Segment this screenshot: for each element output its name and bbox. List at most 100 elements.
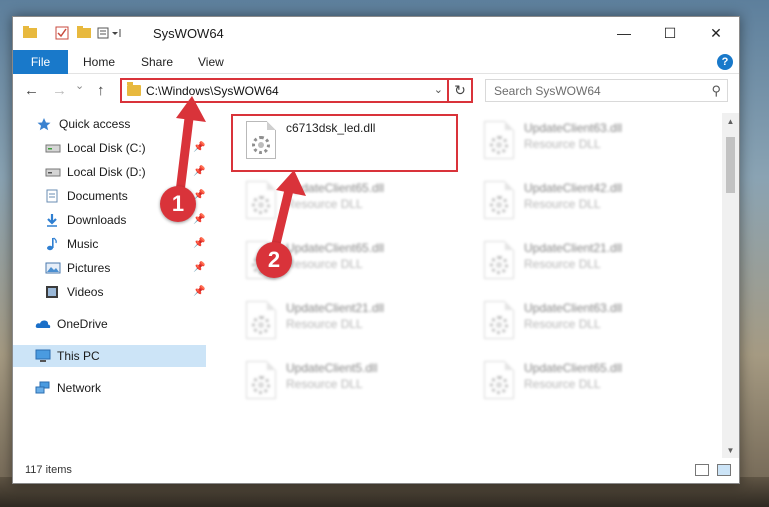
file-type: Resource DLL (286, 317, 363, 331)
sidebar-item-label: OneDrive (57, 317, 108, 331)
window-title: SysWOW64 (153, 26, 224, 41)
file-type: Resource DLL (524, 257, 601, 271)
videos-icon (45, 285, 61, 299)
sidebar-item-label: Local Disk (D:) (67, 165, 146, 179)
folder-icon (23, 26, 37, 38)
download-icon (45, 213, 61, 227)
minimize-button[interactable]: — (601, 17, 647, 49)
sidebar-item-pictures[interactable]: Pictures (45, 257, 110, 279)
dll-file-icon (246, 301, 276, 339)
sidebar-item-label: This PC (57, 349, 100, 363)
file-name: UpdateClient63.dll (524, 301, 623, 315)
file-name: UpdateClient21.dll (286, 301, 385, 315)
file-name: UpdateClient21.dll (524, 241, 623, 255)
pin-icon[interactable]: 📌 (193, 286, 205, 297)
file-name: UpdateClient42.dll (524, 181, 623, 195)
tab-home[interactable]: Home (83, 55, 115, 69)
file-item[interactable]: UpdateClient21.dll Resource DLL (240, 297, 460, 349)
scroll-up-icon[interactable]: ▲ (722, 113, 739, 129)
file-item[interactable]: UpdateClient63.dll Resource DLL (478, 297, 698, 349)
tab-view[interactable]: View (198, 55, 224, 69)
file-name: UpdateClient63.dll (524, 121, 623, 135)
properties-icon[interactable] (55, 26, 69, 40)
new-folder-icon[interactable] (77, 26, 91, 38)
search-placeholder: Search SysWOW64 (494, 84, 601, 98)
large-icons-view-icon[interactable] (717, 464, 731, 476)
status-bar: 117 items (13, 459, 739, 483)
back-button[interactable]: ← (24, 82, 39, 99)
documents-icon (45, 189, 61, 203)
dll-file-icon (484, 181, 514, 219)
address-dropdown-button[interactable]: ⌄ (434, 83, 443, 96)
star-icon (37, 117, 53, 131)
file-item[interactable]: UpdateClient21.dll Resource DLL (478, 237, 698, 289)
dll-file-icon (484, 301, 514, 339)
sidebar-item-documents[interactable]: Documents (45, 185, 128, 207)
computer-icon (35, 349, 51, 363)
ribbon-tabs: File Home Share View ? (13, 50, 739, 74)
music-icon (45, 237, 61, 251)
item-count: 117 items (25, 464, 72, 476)
pictures-icon (45, 261, 61, 275)
sidebar-item-downloads[interactable]: Downloads (45, 209, 126, 231)
dll-file-icon (246, 361, 276, 399)
file-type: Resource DLL (524, 317, 601, 331)
sidebar-item-local-disk-d[interactable]: Local Disk (D:) (45, 161, 146, 183)
sidebar-item-network[interactable]: Network (35, 377, 101, 399)
sidebar-item-label: Music (67, 237, 99, 251)
scroll-down-icon[interactable]: ▼ (722, 442, 739, 458)
sidebar-item-music[interactable]: Music (45, 233, 98, 255)
drive-icon (45, 141, 61, 155)
close-button[interactable]: ✕ (693, 17, 739, 49)
sidebar-item-onedrive[interactable]: OneDrive (35, 313, 108, 335)
file-name: UpdateClient65.dll (524, 361, 623, 375)
cloud-icon (35, 317, 51, 331)
network-icon (35, 381, 51, 395)
step-2-badge: 2 (256, 242, 292, 278)
search-icon[interactable]: ⚲ (711, 83, 721, 99)
folder-icon (127, 82, 141, 96)
sidebar-item-videos[interactable]: Videos (45, 281, 103, 303)
scrollbar-thumb[interactable] (726, 137, 735, 193)
dll-file-icon (484, 121, 514, 159)
customize-toolbar-icon[interactable] (97, 26, 121, 39)
pin-icon[interactable]: 📌 (193, 238, 205, 249)
sidebar-item-label: Local Disk (C:) (67, 141, 146, 155)
maximize-button[interactable]: ☐ (647, 17, 693, 49)
file-explorer-window: SysWOW64 — ☐ ✕ File Home Share View ? ← … (12, 16, 740, 484)
sidebar-item-label: Pictures (67, 261, 111, 275)
file-name: UpdateClient5.dll (286, 361, 378, 375)
navigation-bar: ← → ⌄ ↑ C:\Windows\SysWOW64 ⌄ ↻ Search S… (13, 75, 739, 107)
sidebar-item-label: Documents (67, 189, 128, 203)
file-type: Resource DLL (524, 197, 601, 211)
sidebar-item-label: Downloads (67, 213, 127, 227)
sidebar-item-this-pc[interactable]: This PC (13, 345, 206, 367)
file-item[interactable]: UpdateClient65.dll Resource DLL (478, 357, 698, 409)
dll-file-icon (484, 241, 514, 279)
search-box[interactable]: Search SysWOW64 ⚲ (485, 79, 728, 102)
vertical-scrollbar[interactable]: ▲ ▼ (722, 113, 739, 458)
up-button[interactable]: ↑ (97, 82, 105, 99)
sidebar-item-local-disk-c[interactable]: Local Disk (C:) (45, 137, 146, 159)
file-type: Resource DLL (524, 377, 601, 391)
title-bar: SysWOW64 — ☐ ✕ (13, 17, 739, 49)
dll-file-icon (484, 361, 514, 399)
forward-button[interactable]: → (52, 82, 67, 99)
pin-icon[interactable]: 📌 (193, 262, 205, 273)
tab-file[interactable]: File (13, 50, 68, 74)
refresh-button[interactable]: ↻ (447, 78, 471, 103)
file-item[interactable]: UpdateClient5.dll Resource DLL (240, 357, 460, 409)
details-view-icon[interactable] (695, 464, 709, 476)
file-type: Resource DLL (524, 137, 601, 151)
sidebar-item-label: Quick access (59, 117, 131, 131)
sidebar-item-label: Videos (67, 285, 104, 299)
tab-share[interactable]: Share (141, 55, 173, 69)
file-item[interactable]: UpdateClient42.dll Resource DLL (478, 177, 698, 229)
recent-locations-button[interactable]: ⌄ (75, 79, 84, 92)
sidebar-item-label: Network (57, 381, 102, 395)
file-type: Resource DLL (286, 377, 363, 391)
sidebar-item-quick-access[interactable]: Quick access (37, 113, 130, 135)
drive-icon (45, 165, 61, 179)
file-item[interactable]: UpdateClient63.dll Resource DLL (478, 117, 698, 169)
help-icon[interactable]: ? (717, 54, 733, 70)
